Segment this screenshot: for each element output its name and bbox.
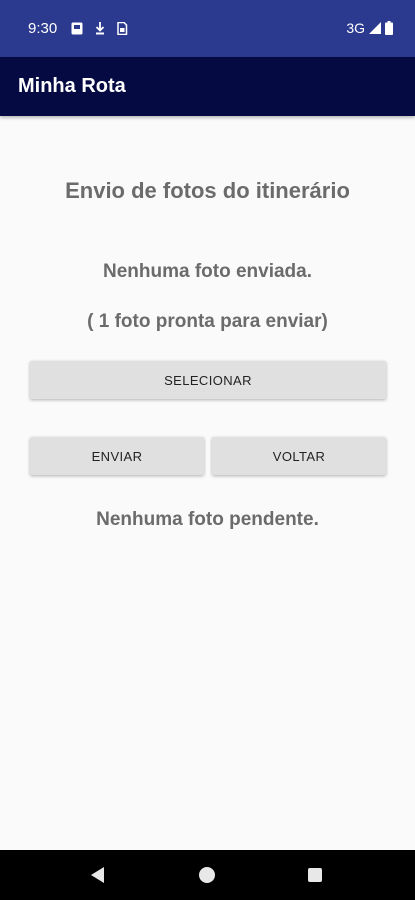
ready-status-text: ( 1 foto pronta para enviar) — [87, 311, 328, 332]
network-type: 3G — [346, 20, 365, 36]
app-bar: Minha Rota — [0, 57, 415, 116]
battery-icon — [385, 21, 393, 35]
signal-icon — [369, 22, 381, 34]
status-indicators: 3G — [346, 20, 393, 36]
status-bar: 9:30 3G — [0, 0, 415, 57]
sim-icon — [117, 22, 128, 35]
page-heading: Envio de fotos do itinerário — [65, 178, 350, 203]
back-button[interactable]: VOLTAR — [212, 437, 386, 475]
back-icon[interactable] — [91, 867, 104, 883]
recents-icon[interactable] — [308, 868, 322, 882]
pending-status-text: Nenhuma foto pendente. — [96, 509, 319, 530]
select-button[interactable]: SELECIONAR — [30, 361, 386, 399]
sent-status-text: Nenhuma foto enviada. — [102, 261, 313, 282]
send-button[interactable]: ENVIAR — [30, 437, 204, 475]
status-time: 9:30 — [28, 20, 58, 37]
navigation-bar — [0, 850, 415, 900]
app-title: Minha Rota — [18, 75, 126, 97]
home-icon[interactable] — [199, 867, 215, 883]
notification-icon — [71, 22, 83, 35]
download-icon — [95, 22, 105, 35]
